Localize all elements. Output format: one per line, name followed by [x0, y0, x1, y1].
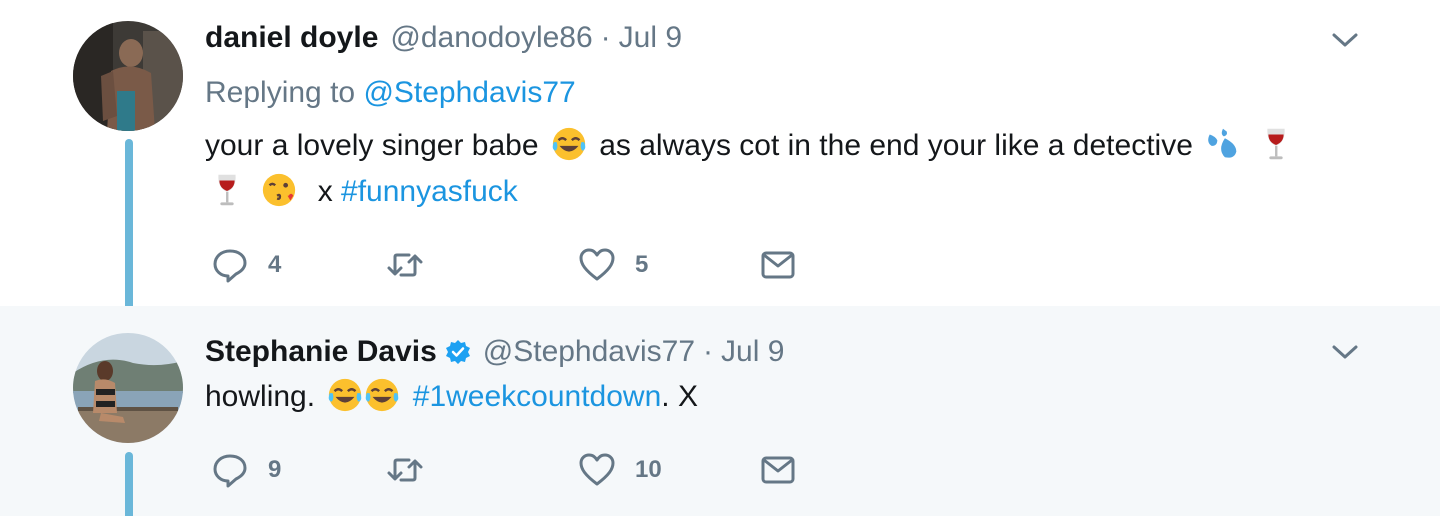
wine-glass-emoji-icon	[1266, 128, 1285, 160]
tweet-header: Stephanie Davis @Stephdavis77 · Jul 9	[205, 332, 1380, 372]
wine-glass-emoji-icon	[218, 174, 236, 206]
tweet-stephanie-davis[interactable]: Stephanie Davis @Stephdavis77 · Jul 9 ho…	[0, 306, 1440, 516]
tweet-text-part: your a lovely singer babe	[205, 129, 539, 162]
tears-of-joy-emoji-icon	[552, 127, 586, 161]
tweet-text: howling. #1weekcountdown. X	[205, 374, 1380, 420]
hashtag-link[interactable]: #1weekcountdown	[413, 380, 662, 413]
author-name[interactable]: daniel doyle	[205, 18, 378, 58]
separator-dot: ·	[600, 21, 611, 54]
tweet-text: your a lovely singer babe as always cot …	[205, 123, 1380, 215]
retweet-icon	[387, 253, 423, 277]
reply-icon	[213, 454, 247, 488]
reply-icon	[213, 249, 247, 283]
author-name[interactable]: Stephanie Davis	[205, 332, 437, 372]
tweet-content: Stephanie Davis @Stephdavis77 · Jul 9 ho…	[205, 332, 1380, 420]
tweet-date[interactable]: Jul 9	[721, 332, 784, 372]
verified-badge-icon	[445, 340, 470, 364]
separator-dot: ·	[703, 335, 714, 368]
retweet-icon	[387, 458, 423, 482]
thread-line	[125, 452, 133, 516]
caret-down-icon[interactable]	[1330, 342, 1360, 362]
tweet-text-part: x	[317, 175, 333, 208]
tweet-daniel-doyle[interactable]: daniel doyle @danodoyle86 · Jul 9 Replyi…	[0, 0, 1440, 325]
like-button[interactable]: 5	[577, 245, 648, 285]
reply-count: 4	[268, 251, 282, 278]
tears-of-joy-emoji-icon	[329, 378, 362, 412]
reply-button[interactable]: 4	[210, 245, 281, 285]
sweat-droplets-emoji-icon	[1208, 128, 1237, 158]
like-count: 5	[635, 251, 649, 278]
like-count: 10	[635, 456, 662, 483]
thread-line	[125, 139, 133, 325]
reply-count: 9	[268, 456, 282, 483]
kissing-face-emoji-icon	[263, 173, 296, 207]
tweet-text-part: howling.	[205, 380, 316, 413]
replying-to: Replying to @Stephdavis77	[205, 73, 1380, 113]
avatar[interactable]	[73, 333, 183, 443]
tweet-header: daniel doyle @danodoyle86 · Jul 9	[205, 18, 1380, 58]
author-handle[interactable]: @Stephdavis77	[483, 332, 695, 372]
retweet-button[interactable]	[385, 245, 443, 285]
retweet-button[interactable]	[385, 450, 443, 490]
tweet-text-part: . X	[661, 380, 698, 413]
direct-message-button[interactable]	[758, 450, 798, 490]
replying-prefix: Replying to	[205, 76, 356, 109]
caret-down-icon[interactable]	[1330, 30, 1360, 50]
tweet-date[interactable]: Jul 9	[619, 18, 682, 58]
tweet-content: daniel doyle @danodoyle86 · Jul 9 Replyi…	[205, 18, 1380, 215]
hashtag-link[interactable]: #funnyasfuck	[341, 175, 518, 208]
avatar[interactable]	[73, 21, 183, 131]
author-handle[interactable]: @danodoyle86	[390, 18, 592, 58]
tears-of-joy-emoji-icon	[366, 378, 399, 412]
reply-button[interactable]: 9	[210, 450, 281, 490]
tweet-text-part: as always cot in the end your like a det…	[599, 129, 1193, 162]
direct-message-icon	[761, 251, 795, 279]
like-icon	[579, 453, 615, 486]
direct-message-icon	[761, 456, 795, 484]
like-button[interactable]: 10	[577, 450, 662, 490]
like-icon	[579, 248, 615, 281]
replying-to-link[interactable]: @Stephdavis77	[363, 76, 575, 109]
direct-message-button[interactable]	[758, 245, 798, 285]
